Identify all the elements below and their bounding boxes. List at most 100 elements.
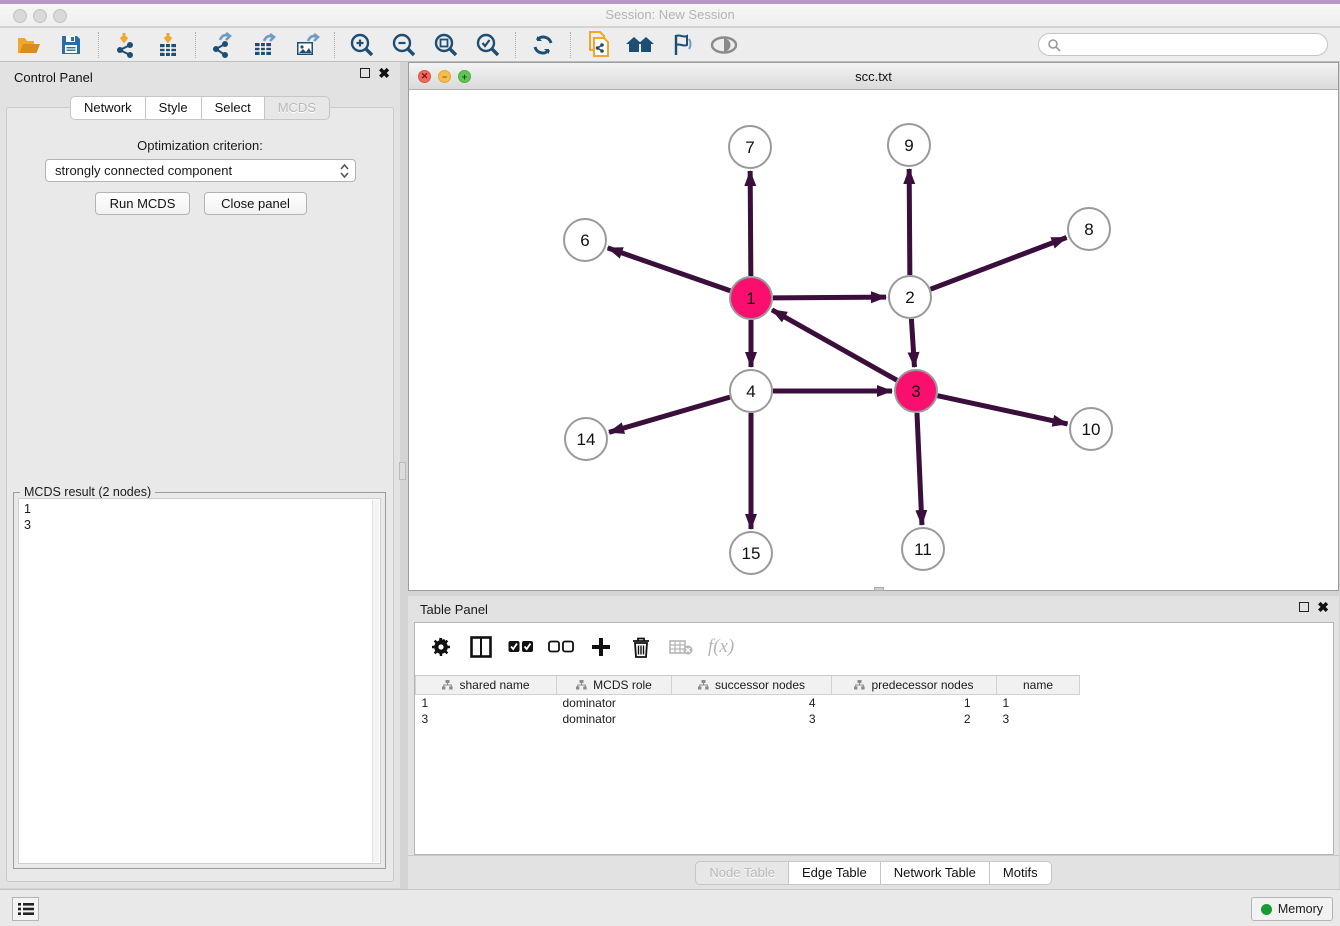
graph-edge-2-3[interactable] [911, 319, 914, 367]
table-header-row: shared name MCDS role successor nodes pr… [416, 676, 1080, 695]
search-input[interactable] [1061, 38, 1319, 52]
graph-edge-2-9[interactable] [909, 169, 910, 275]
select-all-checkboxes-icon[interactable] [507, 633, 535, 661]
close-panel-button[interactable]: Close panel [204, 192, 307, 215]
graph-node-8[interactable]: 8 [1068, 208, 1110, 250]
node-table-container: f(x) shared name MCDS role successor nod… [414, 622, 1334, 855]
graph-node-6[interactable]: 6 [564, 219, 606, 261]
export-image-icon[interactable] [286, 30, 328, 60]
graph-edge-1-2[interactable] [773, 297, 886, 298]
tab-mcds[interactable]: MCDS [265, 96, 330, 120]
table-row[interactable]: 3 dominator 3 2 3 [416, 711, 1080, 727]
toolbar-separator [334, 32, 335, 58]
clone-network-icon[interactable] [577, 30, 619, 60]
result-scrollbar[interactable] [372, 500, 379, 862]
float-panel-icon[interactable] [360, 68, 370, 78]
cell-successor-nodes[interactable]: 3 [672, 711, 832, 727]
cell-mcds-role[interactable]: dominator [557, 695, 672, 711]
zoom-out-icon[interactable] [383, 30, 425, 60]
table-row[interactable]: 1 dominator 4 1 1 [416, 695, 1080, 711]
cell-mcds-role[interactable]: dominator [557, 711, 672, 727]
tab-network[interactable]: Network [70, 96, 146, 120]
criterion-value: strongly connected component [55, 163, 340, 178]
home-icon[interactable] [619, 30, 661, 60]
mcds-result-group: MCDS result (2 nodes) 1 3 [13, 492, 386, 869]
column-header-predecessor-nodes[interactable]: predecessor nodes [832, 676, 997, 695]
annotation-flag-icon[interactable] [661, 30, 703, 60]
panel-splitter-grip[interactable] [399, 462, 406, 480]
window-titlebar: Session: New Session [0, 0, 1340, 27]
column-header-name[interactable]: name [997, 676, 1080, 695]
control-panel: Control Panel ✖ Network Style Select MCD… [0, 62, 400, 888]
svg-text:6: 6 [580, 231, 589, 250]
graph-node-14[interactable]: 14 [565, 418, 607, 460]
cell-name[interactable]: 3 [997, 711, 1080, 727]
column-header-mcds-role[interactable]: MCDS role [557, 676, 672, 695]
tab-node-table[interactable]: Node Table [695, 861, 789, 885]
open-session-icon[interactable] [8, 30, 50, 60]
list-icon [18, 902, 34, 916]
optimization-criterion-label: Optimization criterion: [7, 138, 393, 153]
float-table-panel-icon[interactable] [1299, 602, 1309, 612]
graph-node-11[interactable]: 11 [902, 528, 944, 570]
graph-edge-3-11[interactable] [917, 413, 922, 525]
export-table-icon[interactable] [244, 30, 286, 60]
zoom-fit-icon[interactable] [425, 30, 467, 60]
tab-edge-table[interactable]: Edge Table [789, 861, 881, 885]
network-canvas[interactable]: 7 9 6 8 1 2 4 3 14 10 15 11 [409, 91, 1338, 591]
delete-column-trash-icon[interactable] [627, 633, 655, 661]
add-column-icon[interactable] [587, 633, 615, 661]
graph-edge-1-6[interactable] [608, 248, 731, 291]
search-field[interactable] [1038, 33, 1328, 56]
graph-node-3[interactable]: 3 [895, 370, 937, 412]
import-network-icon[interactable] [105, 30, 147, 60]
graph-node-4[interactable]: 4 [730, 370, 772, 412]
deselect-all-checkboxes-icon[interactable] [547, 633, 575, 661]
tab-network-table[interactable]: Network Table [881, 861, 990, 885]
function-builder-icon[interactable]: f(x) [707, 633, 735, 661]
tab-motifs[interactable]: Motifs [990, 861, 1052, 885]
toggle-column-view-icon[interactable] [467, 633, 495, 661]
graph-node-10[interactable]: 10 [1070, 408, 1112, 450]
graph-edge-4-14[interactable] [609, 397, 730, 432]
cell-name[interactable]: 1 [997, 695, 1080, 711]
table-options-gear-icon[interactable] [427, 633, 455, 661]
column-header-successor-nodes[interactable]: successor nodes [672, 676, 832, 695]
graph-node-9[interactable]: 9 [888, 124, 930, 166]
zoom-selected-icon[interactable] [467, 30, 509, 60]
graph-edge-3-1[interactable] [772, 310, 897, 380]
tab-style[interactable]: Style [146, 96, 202, 120]
graph-edge-2-8[interactable] [931, 238, 1067, 290]
graph-node-7[interactable]: 7 [729, 126, 771, 168]
graph-node-2[interactable]: 2 [889, 276, 931, 318]
cell-shared-name[interactable]: 1 [416, 695, 557, 711]
close-table-panel-icon[interactable]: ✖ [1317, 602, 1329, 612]
memory-button[interactable]: Memory [1251, 897, 1333, 921]
mcds-result-text[interactable]: 1 3 [18, 498, 381, 864]
show-hide-details-eye-icon[interactable] [703, 30, 745, 60]
svg-text:2: 2 [905, 288, 914, 307]
chevron-up-down-icon [340, 164, 349, 178]
cell-predecessor-nodes[interactable]: 1 [832, 695, 997, 711]
graph-node-15[interactable]: 15 [730, 532, 772, 574]
save-session-icon[interactable] [50, 30, 92, 60]
cell-shared-name[interactable]: 3 [416, 711, 557, 727]
apply-layout-icon[interactable] [522, 30, 564, 60]
zoom-in-icon[interactable] [341, 30, 383, 60]
delete-table-icon[interactable] [667, 633, 695, 661]
cell-successor-nodes[interactable]: 4 [672, 695, 832, 711]
criterion-select[interactable]: strongly connected component [45, 159, 356, 182]
graph-edge-1-7[interactable] [750, 171, 751, 276]
export-network-icon[interactable] [202, 30, 244, 60]
memory-label: Memory [1278, 902, 1323, 916]
cell-predecessor-nodes[interactable]: 2 [832, 711, 997, 727]
tab-select[interactable]: Select [202, 96, 265, 120]
column-header-shared-name[interactable]: shared name [416, 676, 557, 695]
run-mcds-button[interactable]: Run MCDS [95, 192, 190, 215]
close-panel-icon[interactable]: ✖ [378, 68, 390, 78]
graph-node-1[interactable]: 1 [730, 277, 772, 319]
network-resize-handle[interactable] [874, 587, 884, 591]
task-history-button[interactable] [12, 897, 39, 921]
graph-edge-3-10[interactable] [937, 396, 1067, 424]
import-table-icon[interactable] [147, 30, 189, 60]
